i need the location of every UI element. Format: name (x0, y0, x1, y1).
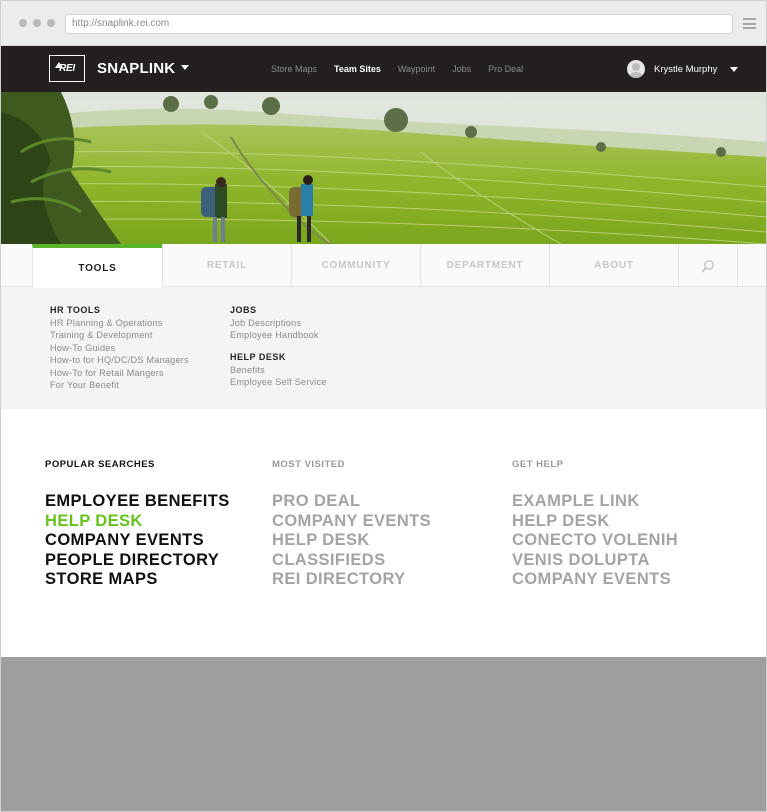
address-bar[interactable]: http://snaplink.rei.com (65, 14, 733, 34)
menu-link[interactable]: Job Descriptions (230, 317, 327, 329)
menu-link[interactable]: How-To for Retail Mangers (50, 367, 189, 379)
menu-link[interactable]: How-To Guides (50, 342, 189, 354)
most-visited-link[interactable]: PRO DEAL (272, 492, 431, 512)
chevron-down-icon (181, 64, 190, 70)
most-visited-link[interactable]: CLASSIFIEDS (272, 551, 431, 571)
browser-window: http://snaplink.rei.com REI SNAPLINK Sto… (0, 0, 767, 812)
tools-dropdown: HR TOOLS HR Planning & Operations Traini… (1, 287, 766, 409)
nav-links: Store Maps Team Sites Waypoint Jobs Pro … (271, 64, 540, 74)
most-visited-link[interactable]: REI DIRECTORY (272, 570, 431, 590)
nav-link-jobs[interactable]: Jobs (452, 64, 471, 74)
tab-retail[interactable]: RETAIL (162, 244, 291, 287)
get-help-link[interactable]: CONECTO VOLENIH (512, 531, 678, 551)
popular-link[interactable]: EMPLOYEE BENEFITS (45, 492, 230, 512)
menu-link[interactable]: HR Planning & Operations (50, 317, 189, 329)
menu-icon[interactable] (743, 18, 756, 29)
tab-community[interactable]: COMMUNITY (291, 244, 420, 287)
user-name: Krystle Murphy (654, 63, 718, 75)
get-help-link[interactable]: EXAMPLE LINK (512, 492, 678, 512)
nav-link-store-maps[interactable]: Store Maps (271, 64, 317, 74)
search-button[interactable] (678, 244, 738, 287)
nav-link-waypoint[interactable]: Waypoint (398, 64, 435, 74)
hero-image (1, 92, 766, 244)
popular-link[interactable]: PEOPLE DIRECTORY (45, 551, 230, 571)
avatar (627, 60, 645, 78)
nav-link-pro-deal[interactable]: Pro Deal (488, 64, 523, 74)
popular-searches: POPULAR SEARCHES EMPLOYEE BENEFITS HELP … (45, 459, 230, 590)
help-desk-heading: HELP DESK (230, 351, 286, 362)
brand-menu[interactable]: SNAPLINK (97, 60, 190, 77)
footer (1, 657, 766, 811)
category-tabs: TOOLS RETAIL COMMUNITY DEPARTMENT ABOUT (1, 244, 766, 288)
get-help-link[interactable]: HELP DESK (512, 512, 678, 532)
tab-tools[interactable]: TOOLS (32, 244, 162, 288)
jobs-column: JOBS Job Descriptions Employee Handbook … (230, 305, 327, 389)
menu-link[interactable]: Training & Development (50, 329, 189, 341)
most-visited-link[interactable]: HELP DESK (272, 531, 431, 551)
get-help: GET HELP EXAMPLE LINK HELP DESK CONECTO … (512, 459, 678, 590)
menu-link[interactable]: Employee Handbook (230, 329, 327, 341)
menu-link[interactable]: For Your Benefit (50, 379, 189, 391)
tab-about[interactable]: ABOUT (549, 244, 678, 287)
jobs-heading: JOBS (230, 305, 257, 315)
quick-links-section: POPULAR SEARCHES EMPLOYEE BENEFITS HELP … (1, 409, 766, 657)
hr-tools-heading: HR TOOLS (50, 305, 101, 315)
chevron-down-icon (730, 66, 739, 72)
most-visited: MOST VISITED PRO DEAL COMPANY EVENTS HEL… (272, 459, 431, 590)
brand-title: SNAPLINK (97, 60, 176, 77)
most-visited-link[interactable]: COMPANY EVENTS (272, 512, 431, 532)
popular-searches-heading: POPULAR SEARCHES (45, 459, 155, 470)
popular-link[interactable]: COMPANY EVENTS (45, 531, 230, 551)
browser-toolbar: http://snaplink.rei.com (1, 1, 766, 46)
hr-tools-column: HR TOOLS HR Planning & Operations Traini… (50, 305, 189, 391)
get-help-link[interactable]: COMPANY EVENTS (512, 570, 678, 590)
top-nav: REI SNAPLINK Store Maps Team Sites Waypo… (1, 46, 766, 92)
tab-department[interactable]: DEPARTMENT (420, 244, 549, 287)
menu-link[interactable]: Employee Self Service (230, 376, 327, 388)
popular-link[interactable]: STORE MAPS (45, 570, 230, 590)
most-visited-heading: MOST VISITED (272, 459, 346, 470)
get-help-heading: GET HELP (512, 459, 564, 470)
user-menu[interactable]: Krystle Murphy (627, 60, 739, 78)
search-icon (701, 259, 714, 272)
popular-link[interactable]: HELP DESK (45, 512, 230, 532)
rei-logo[interactable]: REI (49, 55, 85, 82)
window-controls[interactable] (19, 19, 55, 27)
get-help-link[interactable]: VENIS DOLUPTA (512, 551, 678, 571)
nav-link-team-sites[interactable]: Team Sites (334, 64, 381, 74)
menu-link[interactable]: How-to for HQ/DC/DS Managers (50, 354, 189, 366)
menu-link[interactable]: Benefits (230, 364, 327, 376)
